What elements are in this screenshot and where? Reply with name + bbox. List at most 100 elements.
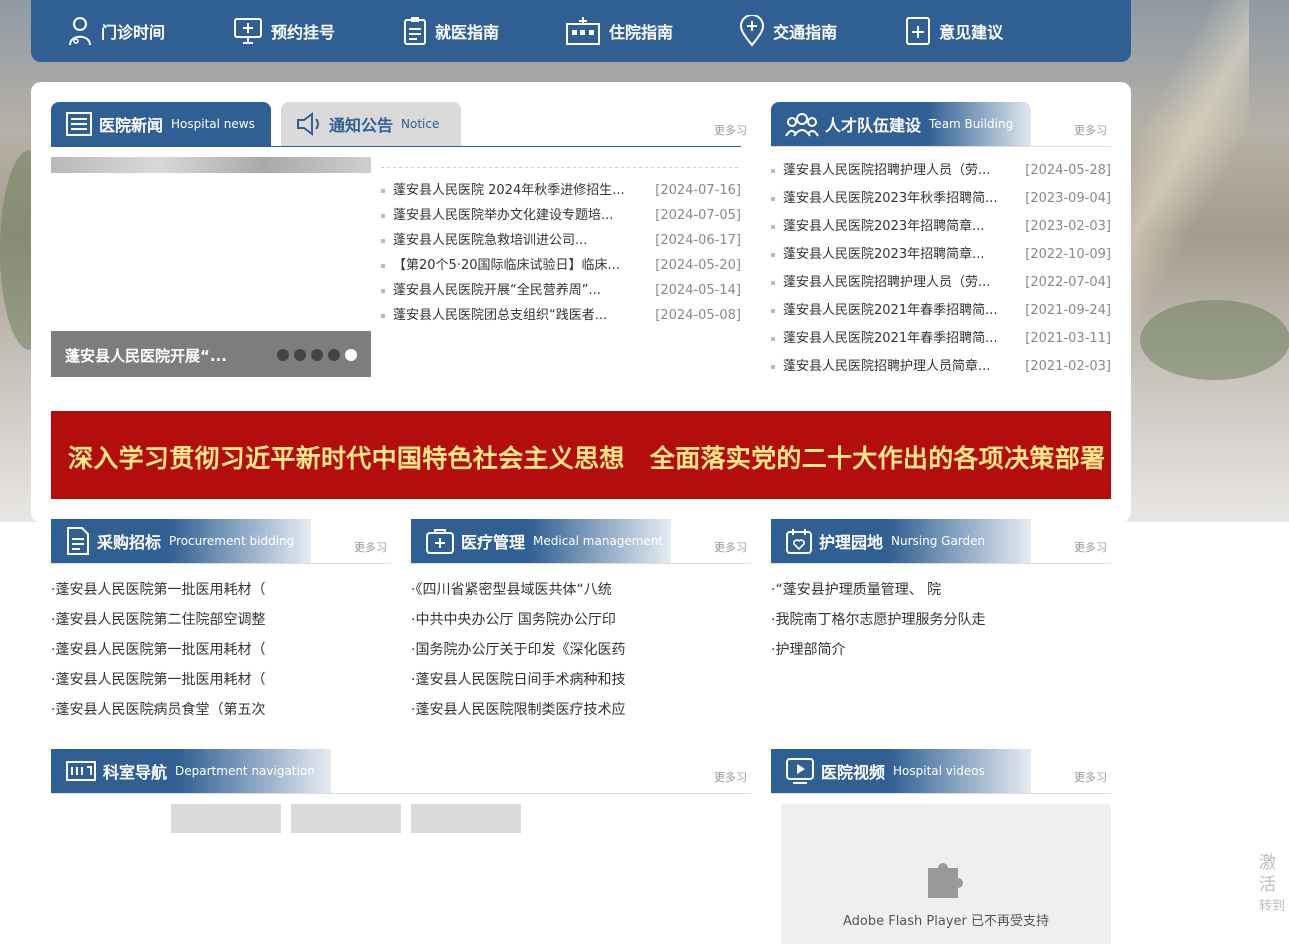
news-title: 蓬安县人民医院开展“全民营养周”... [393,283,601,298]
tab-subtitle: Notice [401,117,440,131]
nav-medical-guide[interactable]: 就医指南 [403,0,499,62]
slider-dot-active[interactable] [345,349,357,361]
nav-label: 意见建议 [939,23,1004,42]
list-item[interactable]: 蓬安县人民医院2023年秋季招聘简... [2023-09-04] [771,185,1111,213]
medical-more-link[interactable]: 更多习 [714,539,747,555]
video-more-link[interactable]: 更多习 [1074,769,1107,785]
list-item[interactable]: ·国务院办公厅关于印发《深化医药 [411,635,751,665]
section-title: 护理园地 [819,533,884,552]
news-title: 蓬安县人民医院 2024年秋季进修招生... [393,183,625,198]
list-item[interactable]: ·蓬安县人民医院限制类医疗技术应 [411,695,751,725]
nursing-divider [771,563,1111,564]
nav-label: 交通指南 [773,23,838,42]
slider-dot[interactable] [328,349,340,361]
list-item[interactable]: 蓬安县人民医院2023年招聘简章... [2022-10-09] [771,241,1111,269]
nav-label: 预约挂号 [271,23,336,42]
department-divider [51,793,751,794]
team-divider [771,146,1111,147]
nav-suggestions[interactable]: 意见建议 [905,0,1003,62]
slogan-banner[interactable]: 深入学习贯彻习近平新时代中国特色社会主义思想 全面落实党的二十大作出的各项决策部… [51,411,1111,499]
team-date: [2023-09-04] [1025,191,1111,206]
nav-traffic-guide[interactable]: 交通指南 [739,0,837,62]
list-item[interactable]: ·蓬安县人民医院第二住院部空调整 [51,605,391,635]
team-date: [2022-10-09] [1025,247,1111,262]
slider-dot[interactable] [277,349,289,361]
news-image-slider[interactable]: 蓬安县人民医院开展“... [51,157,371,377]
slide-caption-bar: 蓬安县人民医院开展“... [51,331,371,377]
list-item[interactable]: ·“蓬安县护理质量管理、 院 [771,575,1111,605]
list-item[interactable]: 蓬安县人民医院2021年春季招聘简... [2021-09-24] [771,297,1111,325]
section-subtitle: Nursing Garden [891,534,986,548]
slider-dot[interactable] [311,349,323,361]
tab-hospital-news[interactable]: 医院新闻 Hospital news [51,102,271,146]
department-button[interactable] [171,804,281,833]
list-item[interactable]: 蓬安县人民医院开展“全民营养周”... [2024-05-14] [381,278,741,303]
procurement-divider [51,563,391,564]
nursing-list: ·“蓬安县护理质量管理、 院 ·我院南丁格尔志愿护理服务分队走 ·护理部简介 [771,575,1111,665]
list-item[interactable]: 蓬安县人民医院举办文化建设专题培... [2024-07-05] [381,203,741,228]
hospital-icon [566,17,601,45]
list-item[interactable]: ·《四川省紧密型县域医共体“八统 [411,575,751,605]
list-item[interactable]: ·我院南丁格尔志愿护理服务分队走 [771,605,1111,635]
team-date: [2023-02-03] [1025,219,1111,234]
procurement-list: ·蓬安县人民医院第一批医用耗材（ ·蓬安县人民医院第二住院部空调整 ·蓬安县人民… [51,575,391,725]
team-title: 蓬安县人民医院2021年春季招聘简... [783,303,998,318]
department-button[interactable] [411,804,521,833]
slide-caption[interactable]: 蓬安县人民医院开展“... [65,345,227,366]
list-item[interactable]: 蓬安县人民医院团总支组织“践医者... [2024-05-08] [381,303,741,328]
medical-kit-icon [426,529,454,554]
medical-management-header: 医疗管理 Medical management [411,519,671,563]
team-list: 蓬安县人民医院招聘护理人员（劳... [2024-05-28] 蓬安县人民医院20… [771,157,1111,381]
section-title: 医院视频 [821,763,886,782]
news-title: 【第20个5·20国际临床试验日】临床... [393,258,620,273]
list-item[interactable]: 蓬安县人民医院 2024年秋季进修招生... [2024-07-16] [381,178,741,203]
department-more-link[interactable]: 更多习 [714,769,747,785]
list-item[interactable]: 【第20个5·20国际临床试验日】临床... [2024-05-20] [381,253,741,278]
list-item[interactable]: ·蓬安县人民医院日间手术病种和技 [411,665,751,695]
background-tree [1140,300,1289,380]
doctor-icon [69,17,91,46]
calendar-heart-icon [786,529,812,554]
news-divider [51,146,741,147]
team-more-link[interactable]: 更多习 [1074,122,1107,138]
list-item[interactable]: 蓬安县人民医院招聘护理人员简章... [2021-02-03] [771,353,1111,381]
list-item[interactable]: 蓬安县人民医院招聘护理人员（劳... [2022-07-04] [771,269,1111,297]
medical-divider [411,563,751,564]
section-title: 科室导航 [103,763,168,782]
newspaper-icon [66,112,92,136]
tab-title: 通知公告 [329,116,394,135]
nursing-more-link[interactable]: 更多习 [1074,539,1107,555]
nav-appointment[interactable]: 预约挂号 [233,0,335,62]
tab-notice[interactable]: 通知公告 Notice [281,102,461,146]
hospital-videos-header: 医院视频 Hospital videos [771,749,1031,793]
slider-dot[interactable] [294,349,306,361]
list-item[interactable]: ·蓬安县人民医院第一批医用耗材（ [51,635,391,665]
list-item[interactable]: 蓬安县人民医院急救培训进公司... [2024-06-17] [381,228,741,253]
news-more-link[interactable]: 更多习 [714,122,747,138]
section-subtitle: Procurement bidding [169,534,295,548]
list-item[interactable]: ·蓬安县人民医院病员食堂（第五次 [51,695,391,725]
nav-clinic-hours[interactable]: 门诊时间 [67,0,165,62]
list-item[interactable]: ·蓬安县人民医院第一批医用耗材（ [51,575,391,605]
list-item[interactable]: ·中共中央办公厅 国务院办公厅印 [411,605,751,635]
team-title: 蓬安县人民医院招聘护理人员简章... [783,359,991,374]
list-item[interactable]: 蓬安县人民医院2021年春季招聘简... [2021-03-11] [771,325,1111,353]
puzzle-plugin-icon [928,863,963,898]
news-date: [2024-05-08] [655,308,741,323]
list-item[interactable]: 蓬安县人民医院招聘护理人员（劳... [2024-05-28] [771,157,1111,185]
list-item[interactable]: ·护理部简介 [771,635,1111,665]
procurement-more-link[interactable]: 更多习 [354,539,387,555]
department-button[interactable] [291,804,401,833]
list-item[interactable]: ·蓬安县人民医院第一批医用耗材（ [51,665,391,695]
section-title: 人才队伍建设 [825,116,922,135]
news-title: 蓬安县人民医院急救培训进公司... [393,233,588,248]
news-list: 蓬安县人民医院 2024年秋季进修招生... [2024-07-16] 蓬安县人民… [381,178,741,328]
team-title: 蓬安县人民医院招聘护理人员（劳... [783,275,991,290]
video-divider [771,793,1111,794]
nav-inpatient-guide[interactable]: 住院指南 [565,0,673,62]
location-pin-icon [740,15,765,47]
tab-title: 医院新闻 [99,116,164,135]
list-item[interactable]: 蓬安县人民医院2023年招聘简章... [2023-02-03] [771,213,1111,241]
flash-player-placeholder[interactable]: Adobe Flash Player 已不再受支持 [781,804,1111,944]
team-title: 蓬安县人民医院2023年招聘简章... [783,247,985,262]
